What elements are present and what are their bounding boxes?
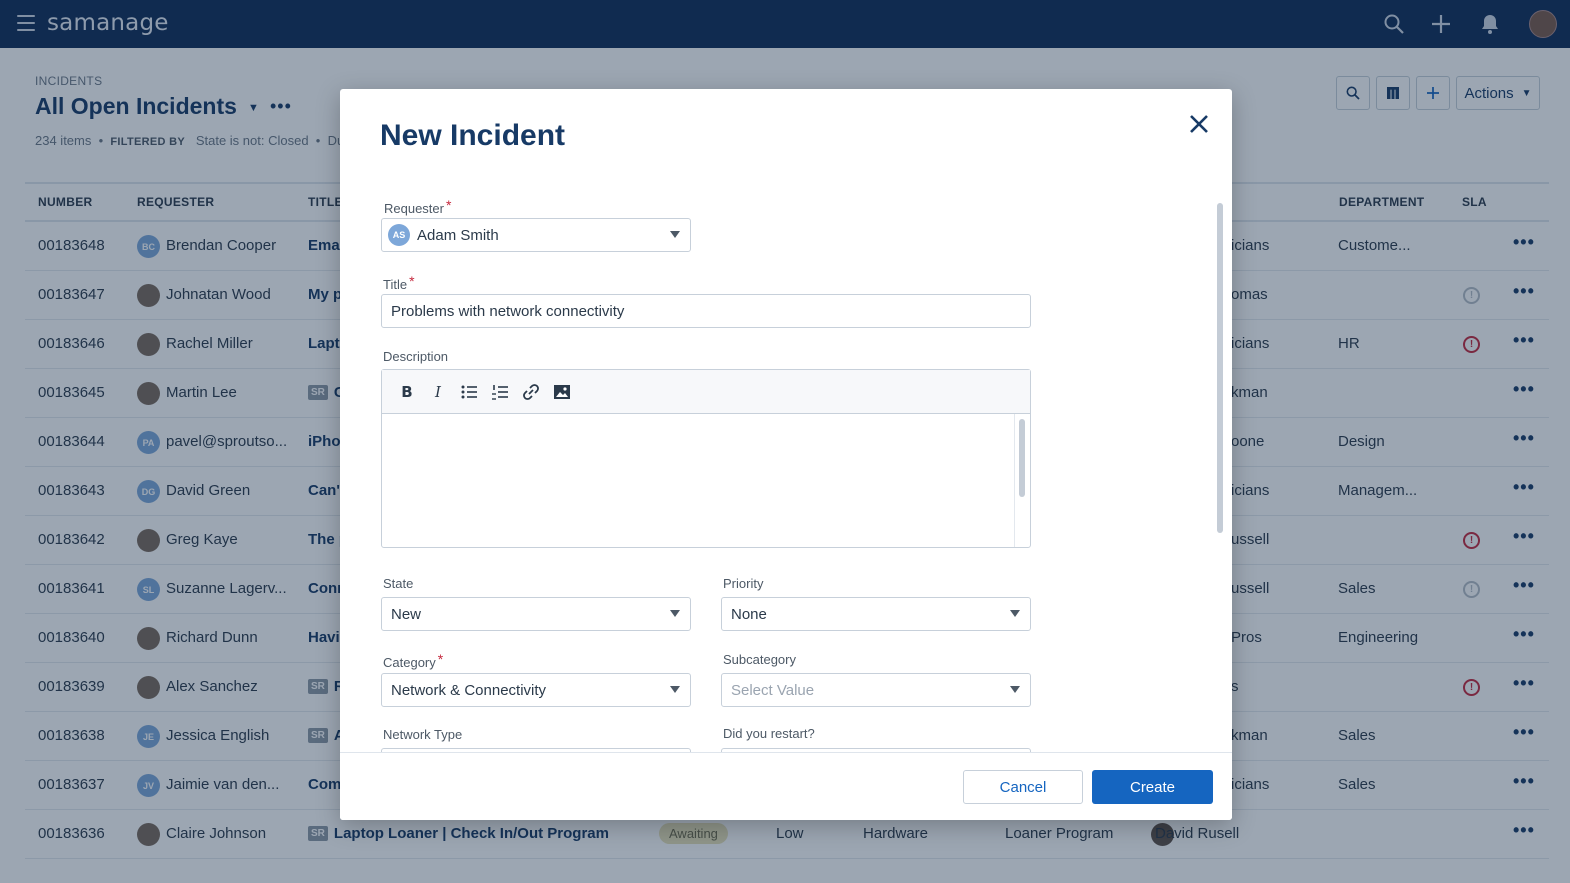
category-value: Network & Connectivity: [391, 681, 547, 699]
bold-icon[interactable]: B: [396, 381, 418, 403]
description-editor[interactable]: B I: [381, 369, 1031, 548]
italic-icon[interactable]: I: [427, 381, 449, 403]
title-label: Title *: [383, 273, 415, 292]
dialog-form: Requester * AS Adam Smith Title * Problems…: [340, 197, 1232, 752]
close-icon[interactable]: [1186, 111, 1212, 137]
link-icon[interactable]: [520, 381, 542, 403]
state-value: New: [391, 605, 422, 623]
editor-scrollbar[interactable]: [1014, 414, 1030, 547]
restart-label: Did you restart?: [723, 726, 815, 741]
editor-toolbar: B I: [382, 370, 1030, 414]
dialog-scrollbar[interactable]: [1216, 199, 1224, 754]
avatar: AS: [388, 224, 410, 246]
priority-value: None: [731, 605, 767, 623]
state-select[interactable]: New: [381, 597, 691, 631]
chevron-down-icon: [1010, 610, 1020, 617]
bullet-list-icon[interactable]: [458, 381, 480, 403]
state-label: State: [383, 576, 414, 591]
dialog-title: New Incident: [380, 119, 566, 152]
title-input[interactable]: Problems with network connectivity: [381, 294, 1031, 328]
subcategory-select[interactable]: Select Value: [721, 673, 1031, 707]
requester-label: Requester *: [384, 197, 452, 216]
requester-value: Adam Smith: [417, 226, 499, 244]
numbered-list-icon[interactable]: [489, 381, 511, 403]
network-type-label: Network Type: [383, 727, 463, 742]
image-icon[interactable]: [551, 381, 573, 403]
new-incident-dialog: New Incident Requester * AS Adam Smith Ti…: [340, 89, 1232, 820]
dialog-footer: Cancel Create: [340, 752, 1232, 820]
requester-select[interactable]: AS Adam Smith: [381, 218, 691, 252]
subcategory-placeholder: Select Value: [731, 681, 815, 699]
category-select[interactable]: Network & Connectivity: [381, 673, 691, 707]
create-button[interactable]: Create: [1092, 770, 1213, 804]
chevron-down-icon: [670, 610, 680, 617]
cancel-button[interactable]: Cancel: [963, 770, 1083, 804]
priority-label: Priority: [723, 576, 764, 591]
title-value: Problems with network connectivity: [391, 302, 625, 320]
category-label: Category *: [383, 651, 444, 670]
priority-select[interactable]: None: [721, 597, 1031, 631]
description-label: Description: [383, 349, 449, 364]
chevron-down-icon: [670, 231, 680, 238]
subcategory-label: Subcategory: [723, 652, 796, 667]
chevron-down-icon: [1010, 686, 1020, 693]
chevron-down-icon: [670, 686, 680, 693]
